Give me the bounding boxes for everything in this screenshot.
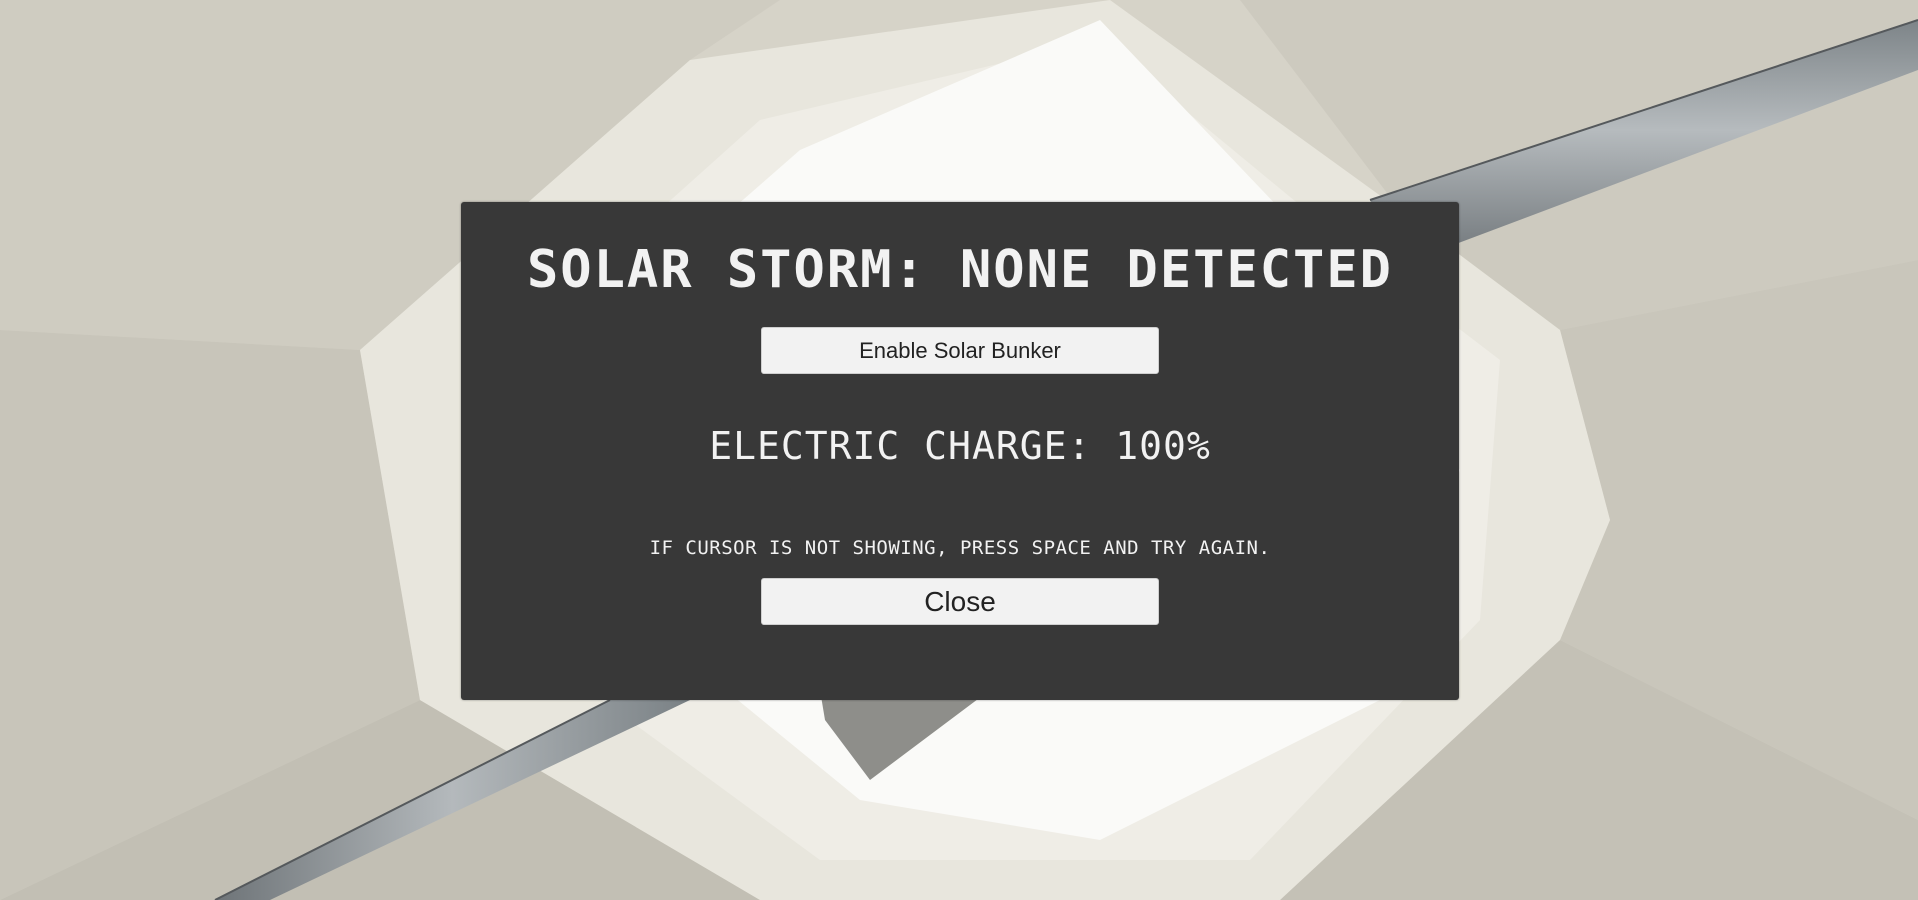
cursor-hint-text: IF CURSOR IS NOT SHOWING, PRESS SPACE AN…	[649, 537, 1271, 559]
enable-solar-bunker-button[interactable]: Enable Solar Bunker	[761, 327, 1159, 374]
close-button[interactable]: Close	[761, 578, 1159, 625]
solar-storm-dialog: SOLAR STORM: NONE DETECTED Enable Solar …	[461, 202, 1459, 700]
storm-status-title: SOLAR STORM: NONE DETECTED	[527, 240, 1393, 300]
electric-charge-readout: ELECTRIC CHARGE: 100%	[709, 424, 1211, 468]
